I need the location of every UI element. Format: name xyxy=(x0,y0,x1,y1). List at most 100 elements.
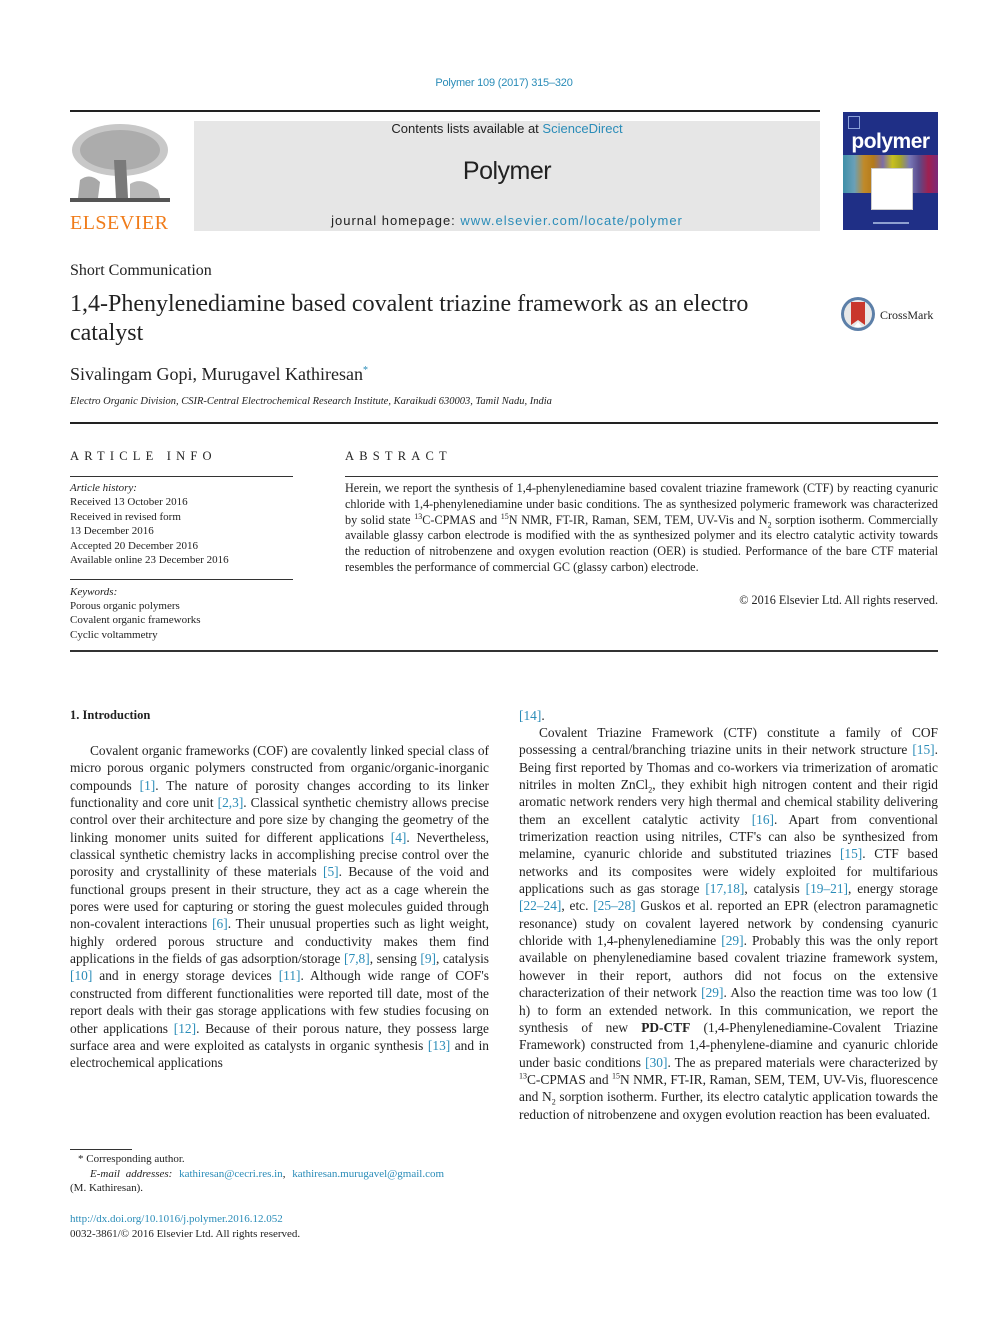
cover-footer-bar xyxy=(873,222,909,224)
citation-ref[interactable]: [12] xyxy=(174,1021,196,1036)
text-segment: C-CPMAS and xyxy=(527,1071,612,1087)
superscript: 13 xyxy=(519,1071,527,1081)
history-item: Received in revised form xyxy=(70,510,181,523)
citation-ref[interactable]: [5] xyxy=(323,864,339,879)
abstract-segment: N NMR, FT-IR, Raman, SEM, TEM, UV-Vis an… xyxy=(508,512,768,527)
text-segment: , energy storage xyxy=(848,881,938,897)
email-link[interactable]: kathiresan@cecri.res.in xyxy=(179,1168,283,1180)
citation-ref[interactable]: [7,8] xyxy=(344,951,370,966)
body-column-right-continuation: [14]. xyxy=(519,707,938,724)
citation-ref[interactable]: [11] xyxy=(279,968,301,983)
history-item: 13 December 2016 xyxy=(70,525,154,538)
citation-ref[interactable]: [1] xyxy=(140,778,156,793)
abstract-heading: ABSTRACT xyxy=(345,449,452,463)
citation-ref[interactable]: [4] xyxy=(391,830,407,845)
journal-name: Polymer xyxy=(462,157,552,185)
cover-figure xyxy=(871,168,913,210)
affiliation: Electro Organic Division, CSIR-Central E… xyxy=(70,396,552,407)
abstract-segment: C-CPMAS and xyxy=(422,512,501,527)
cover-title: polymer xyxy=(851,130,930,153)
keywords: Keywords: Porous organic polymers Covale… xyxy=(70,585,300,642)
section-heading-introduction: 1. Introduction xyxy=(70,708,151,722)
text-segment: , etc. xyxy=(561,898,594,914)
elsevier-logo[interactable]: ELSEVIER xyxy=(70,120,172,233)
citation-ref[interactable]: [22–24] xyxy=(519,898,561,913)
history-item: Accepted 20 December 2016 xyxy=(70,539,198,552)
citation-ref[interactable]: [29] xyxy=(721,933,743,948)
elsevier-emblem-icon xyxy=(848,116,860,129)
article-history: Article history: Received 13 October 201… xyxy=(70,481,300,567)
article-type: Short Communication xyxy=(70,262,212,279)
abstract-rule xyxy=(345,476,938,477)
homepage-prefix: journal homepage: xyxy=(331,213,461,228)
article-title: 1,4-Phenylenediamine based covalent tria… xyxy=(70,291,749,346)
journal-masthead: Contents lists available at ScienceDirec… xyxy=(194,121,820,231)
crossmark-label: CrossMark xyxy=(880,308,934,322)
citation-ref[interactable]: [19–21] xyxy=(806,881,848,896)
title-block-rule xyxy=(70,422,938,424)
citation-ref[interactable]: [10] xyxy=(70,968,92,983)
text-segment: , sensing xyxy=(369,951,421,967)
bold-term: PD-CTF xyxy=(641,1019,691,1035)
citation-ref[interactable]: [17,18] xyxy=(705,881,744,896)
article-info-heading: ARTICLE INFO xyxy=(70,449,217,463)
corresponding-author-note: * Corresponding author. xyxy=(78,1153,185,1165)
corresponding-author-mark[interactable]: * xyxy=(363,365,368,376)
citation-ref[interactable]: [16] xyxy=(752,812,774,827)
abstract-copyright: © 2016 Elsevier Ltd. All rights reserved… xyxy=(739,593,938,607)
history-item: Received 13 October 2016 xyxy=(70,496,188,509)
elsevier-tree-icon xyxy=(70,120,170,206)
keyword: Porous organic polymers xyxy=(70,600,180,613)
citation-ref[interactable]: [9] xyxy=(420,951,436,966)
article-info-rule xyxy=(70,476,293,477)
abstract-text: Herein, we report the synthesis of 1,4-p… xyxy=(345,481,938,576)
keywords-label: Keywords: xyxy=(70,586,118,598)
journal-citation[interactable]: Polymer 109 (2017) 315–320 xyxy=(0,77,992,89)
citation-ref[interactable]: [2,3] xyxy=(218,795,244,810)
author-list: Sivalingam Gopi, Murugavel Kathiresan* xyxy=(70,364,368,385)
article-info-rule xyxy=(70,579,293,580)
email-owner: (M. Kathiresan). xyxy=(70,1182,144,1194)
text-segment: and in energy storage devices xyxy=(92,968,279,984)
front-matter-rule xyxy=(70,650,938,652)
email-label: E-mail addresses: xyxy=(90,1167,173,1180)
journal-cover-image[interactable]: polymer xyxy=(843,112,938,230)
text-segment: Covalent Triazine Framework (CTF) consti… xyxy=(519,725,938,758)
homepage-line: journal homepage: www.elsevier.com/locat… xyxy=(194,213,820,228)
text-segment: , catalysis xyxy=(435,951,489,967)
citation-ref[interactable]: [13] xyxy=(428,1038,450,1053)
citation-ref[interactable]: [29] xyxy=(701,985,723,1000)
text-segment: . The as prepared materials were charact… xyxy=(667,1054,938,1070)
superscript: 15 xyxy=(500,511,509,521)
contents-line: Contents lists available at ScienceDirec… xyxy=(194,121,820,137)
doi-block: http://dx.doi.org/10.1016/j.polymer.2016… xyxy=(70,1212,300,1241)
footnote-rule xyxy=(70,1149,132,1150)
body-column-left: Covalent organic frameworks (COF) are co… xyxy=(70,742,489,1072)
crossmark-badge[interactable]: CrossMark xyxy=(840,296,940,332)
header-rule xyxy=(70,110,820,112)
crossmark-icon xyxy=(841,297,875,331)
sciencedirect-link[interactable]: ScienceDirect xyxy=(542,121,622,136)
email-link[interactable]: kathiresan.murugavel@gmail.com xyxy=(292,1168,444,1180)
superscript: 15 xyxy=(611,1071,620,1081)
issn-copyright: 0032-3861/© 2016 Elsevier Ltd. All right… xyxy=(70,1227,301,1240)
contents-prefix: Contents lists available at xyxy=(391,121,543,136)
journal-homepage-link[interactable]: www.elsevier.com/locate/polymer xyxy=(460,213,682,228)
citation-ref[interactable]: [15] xyxy=(840,846,862,861)
footnotes: * Corresponding author. E-mail addresses… xyxy=(70,1152,489,1196)
citation-ref[interactable]: [14] xyxy=(519,708,541,723)
keyword: Cyclic voltammetry xyxy=(70,628,158,641)
history-item: Available online 23 December 2016 xyxy=(70,554,229,567)
citation-ref[interactable]: [15] xyxy=(912,742,934,757)
text-segment: , catalysis xyxy=(744,881,806,897)
text-segment: sorption isotherm. Further, its electro … xyxy=(519,1089,938,1122)
body-column-right: Covalent Triazine Framework (CTF) consti… xyxy=(519,724,938,1123)
email-line: E-mail addresses: kathiresan@cecri.res.i… xyxy=(90,1167,445,1180)
doi-link[interactable]: http://dx.doi.org/10.1016/j.polymer.2016… xyxy=(70,1213,283,1225)
keyword: Covalent organic frameworks xyxy=(70,614,201,627)
citation-ref[interactable]: [25–28] xyxy=(593,898,635,913)
citation-ref[interactable]: [30] xyxy=(645,1055,667,1070)
citation-ref[interactable]: [6] xyxy=(212,916,228,931)
history-label: Article history: xyxy=(70,482,137,494)
text-segment: . xyxy=(541,708,545,723)
